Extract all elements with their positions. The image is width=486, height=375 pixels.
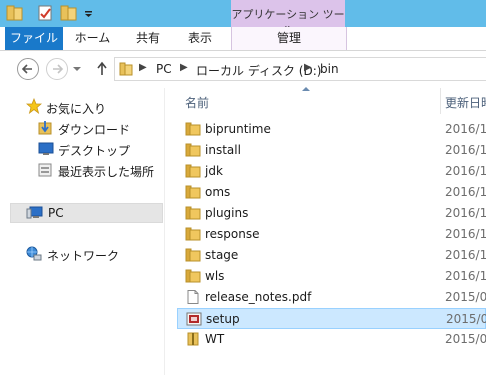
nav-network[interactable]: ネットワーク — [0, 244, 163, 264]
file-row[interactable]: jdk 2016/1( — [177, 161, 486, 182]
column-separator[interactable] — [440, 88, 441, 114]
file-name: wls — [205, 269, 225, 283]
folder-icon — [185, 227, 201, 241]
back-button[interactable] — [17, 58, 39, 80]
nav-favorites-label: お気に入り — [46, 102, 107, 116]
qat-dropdown-icon[interactable] — [84, 5, 94, 21]
file-date: 2016/1( — [445, 269, 486, 283]
file-row[interactable]: release_notes.pdf 2015/0 — [177, 287, 486, 308]
file-name: oms — [205, 185, 231, 199]
file-row[interactable]: plugins 2016/1( — [177, 203, 486, 224]
zip-archive-icon — [187, 332, 199, 346]
file-date: 2015/0 — [445, 332, 486, 346]
file-name: stage — [205, 248, 239, 262]
folder-icon — [185, 143, 201, 157]
folder-icon[interactable] — [6, 5, 24, 21]
star-icon — [26, 98, 42, 114]
forward-button[interactable] — [46, 58, 68, 80]
file-date: 2016/1( — [445, 206, 486, 220]
tab-manage[interactable]: 管理 — [231, 27, 347, 50]
pdf-file-icon — [187, 290, 199, 304]
file-row[interactable]: WT 2015/0 — [177, 329, 486, 350]
nav-desktop[interactable]: デスクトップ — [0, 139, 163, 159]
nav-favorites[interactable]: お気に入り — [0, 97, 163, 117]
nav-downloads-label: ダウンロード — [58, 123, 131, 137]
forward-arrow-icon — [53, 64, 64, 74]
nav-recent-places-label: 最近表示した場所 — [58, 165, 155, 179]
nav-recent-places[interactable]: 最近表示した場所 — [0, 160, 163, 180]
computer-icon — [26, 206, 43, 219]
folder-icon — [185, 206, 201, 220]
tab-home[interactable]: ホーム — [70, 27, 115, 50]
file-date: 2016/1( — [445, 122, 486, 136]
file-date: 2016/1( — [445, 248, 486, 262]
file-row[interactable]: install 2016/1( — [177, 140, 486, 161]
file-row[interactable]: oms 2016/1( — [177, 182, 486, 203]
file-row[interactable]: setup 2015/0 — [177, 308, 486, 329]
breadcrumb-local-disk[interactable]: ローカル ディスク (D:) — [196, 62, 321, 79]
file-name: release_notes.pdf — [205, 290, 312, 304]
file-name: WT — [205, 332, 225, 346]
file-row[interactable]: wls 2016/1( — [177, 266, 486, 287]
folder-icon — [185, 185, 201, 199]
file-name: setup — [206, 312, 240, 326]
file-date: 2015/0 — [446, 312, 486, 326]
recent-locations-icon[interactable] — [72, 64, 82, 74]
file-row[interactable]: stage 2016/1( — [177, 245, 486, 266]
nav-pc-label: PC — [48, 206, 64, 220]
folder-icon — [185, 248, 201, 262]
nav-pc[interactable]: PC — [10, 203, 163, 223]
folder-icon — [185, 164, 201, 178]
recent-places-icon — [38, 163, 52, 177]
sort-ascending-icon — [302, 87, 310, 91]
file-name: bipruntime — [205, 122, 271, 136]
folder-icon — [185, 122, 201, 136]
breadcrumb-pc[interactable]: PC — [156, 62, 172, 76]
file-row[interactable]: bipruntime 2016/1( — [177, 119, 486, 140]
new-folder-icon[interactable] — [60, 5, 78, 21]
tab-file[interactable]: ファイル — [5, 27, 63, 50]
nav-network-label: ネットワーク — [47, 249, 120, 263]
file-date: 2016/1( — [445, 164, 486, 178]
folder-icon — [119, 62, 133, 76]
file-date: 2016/1( — [445, 143, 486, 157]
desktop-icon — [38, 142, 54, 155]
breadcrumb-separator-icon[interactable]: ▶ — [304, 62, 312, 73]
folder-icon — [185, 269, 201, 283]
column-header-date[interactable]: 更新日時 — [445, 94, 486, 111]
breadcrumb-separator-icon[interactable]: ▶ — [180, 62, 188, 73]
file-name: install — [205, 143, 241, 157]
file-date: 2016/1( — [445, 185, 486, 199]
file-name: jdk — [205, 164, 223, 178]
download-folder-icon — [38, 121, 52, 135]
file-date: 2016/1( — [445, 227, 486, 241]
pane-divider[interactable] — [164, 88, 165, 375]
back-arrow-icon — [21, 64, 32, 74]
up-arrow-icon[interactable] — [95, 61, 109, 77]
breadcrumb-bin[interactable]: bin — [320, 62, 339, 76]
properties-icon[interactable] — [37, 5, 55, 21]
file-name: response — [205, 227, 260, 241]
breadcrumb-separator-icon[interactable]: ▶ — [139, 62, 147, 73]
file-date: 2015/0 — [445, 290, 486, 304]
setup-exe-icon — [186, 312, 202, 326]
column-header-name[interactable]: 名前 — [185, 94, 209, 111]
file-row[interactable]: response 2016/1( — [177, 224, 486, 245]
tab-share[interactable]: 共有 — [128, 27, 168, 50]
tab-view[interactable]: 表示 — [180, 27, 220, 50]
file-name: plugins — [205, 206, 249, 220]
nav-downloads[interactable]: ダウンロード — [0, 118, 163, 138]
nav-desktop-label: デスクトップ — [58, 144, 131, 158]
network-icon — [26, 246, 42, 261]
